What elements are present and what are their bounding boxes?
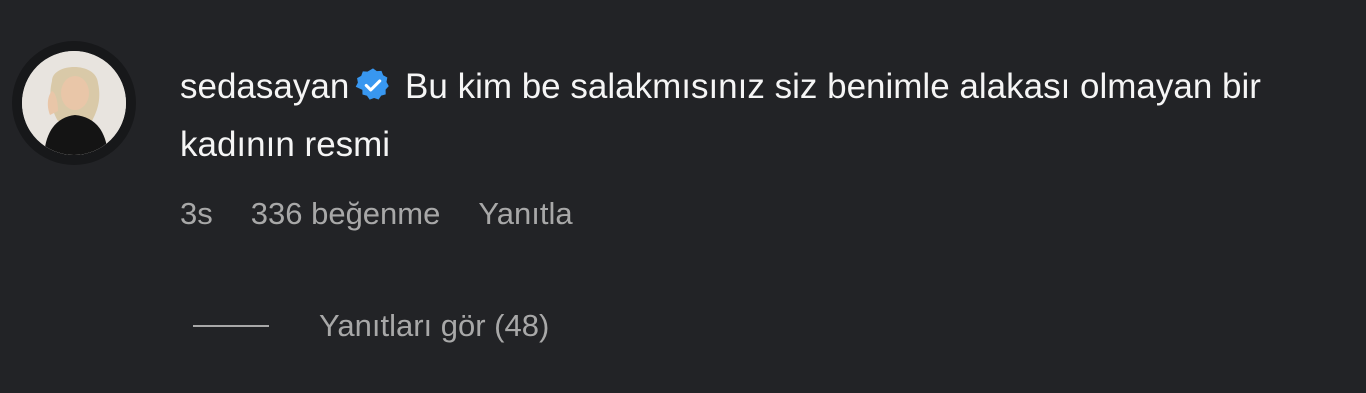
comment: sedasayan Bu kim be salakmısınız siz ben… — [0, 0, 1366, 393]
verified-badge-icon — [355, 63, 391, 100]
reply-button[interactable]: Yanıtla — [478, 196, 572, 232]
comment-body: sedasayan Bu kim be salakmısınız siz ben… — [180, 58, 1300, 174]
avatar[interactable] — [22, 51, 126, 155]
view-replies-button[interactable]: Yanıtları gör (48) — [193, 308, 549, 344]
view-replies-label: Yanıtları gör (48) — [319, 308, 550, 343]
avatar-ring[interactable] — [12, 41, 136, 165]
comment-meta: 3s 336 beğenme Yanıtla — [180, 196, 573, 232]
avatar-image — [22, 51, 126, 155]
username-link[interactable]: sedasayan — [180, 67, 349, 106]
likes-count[interactable]: 336 beğenme — [251, 196, 441, 232]
comment-timestamp[interactable]: 3s — [180, 196, 213, 232]
replies-divider-line — [193, 325, 269, 327]
